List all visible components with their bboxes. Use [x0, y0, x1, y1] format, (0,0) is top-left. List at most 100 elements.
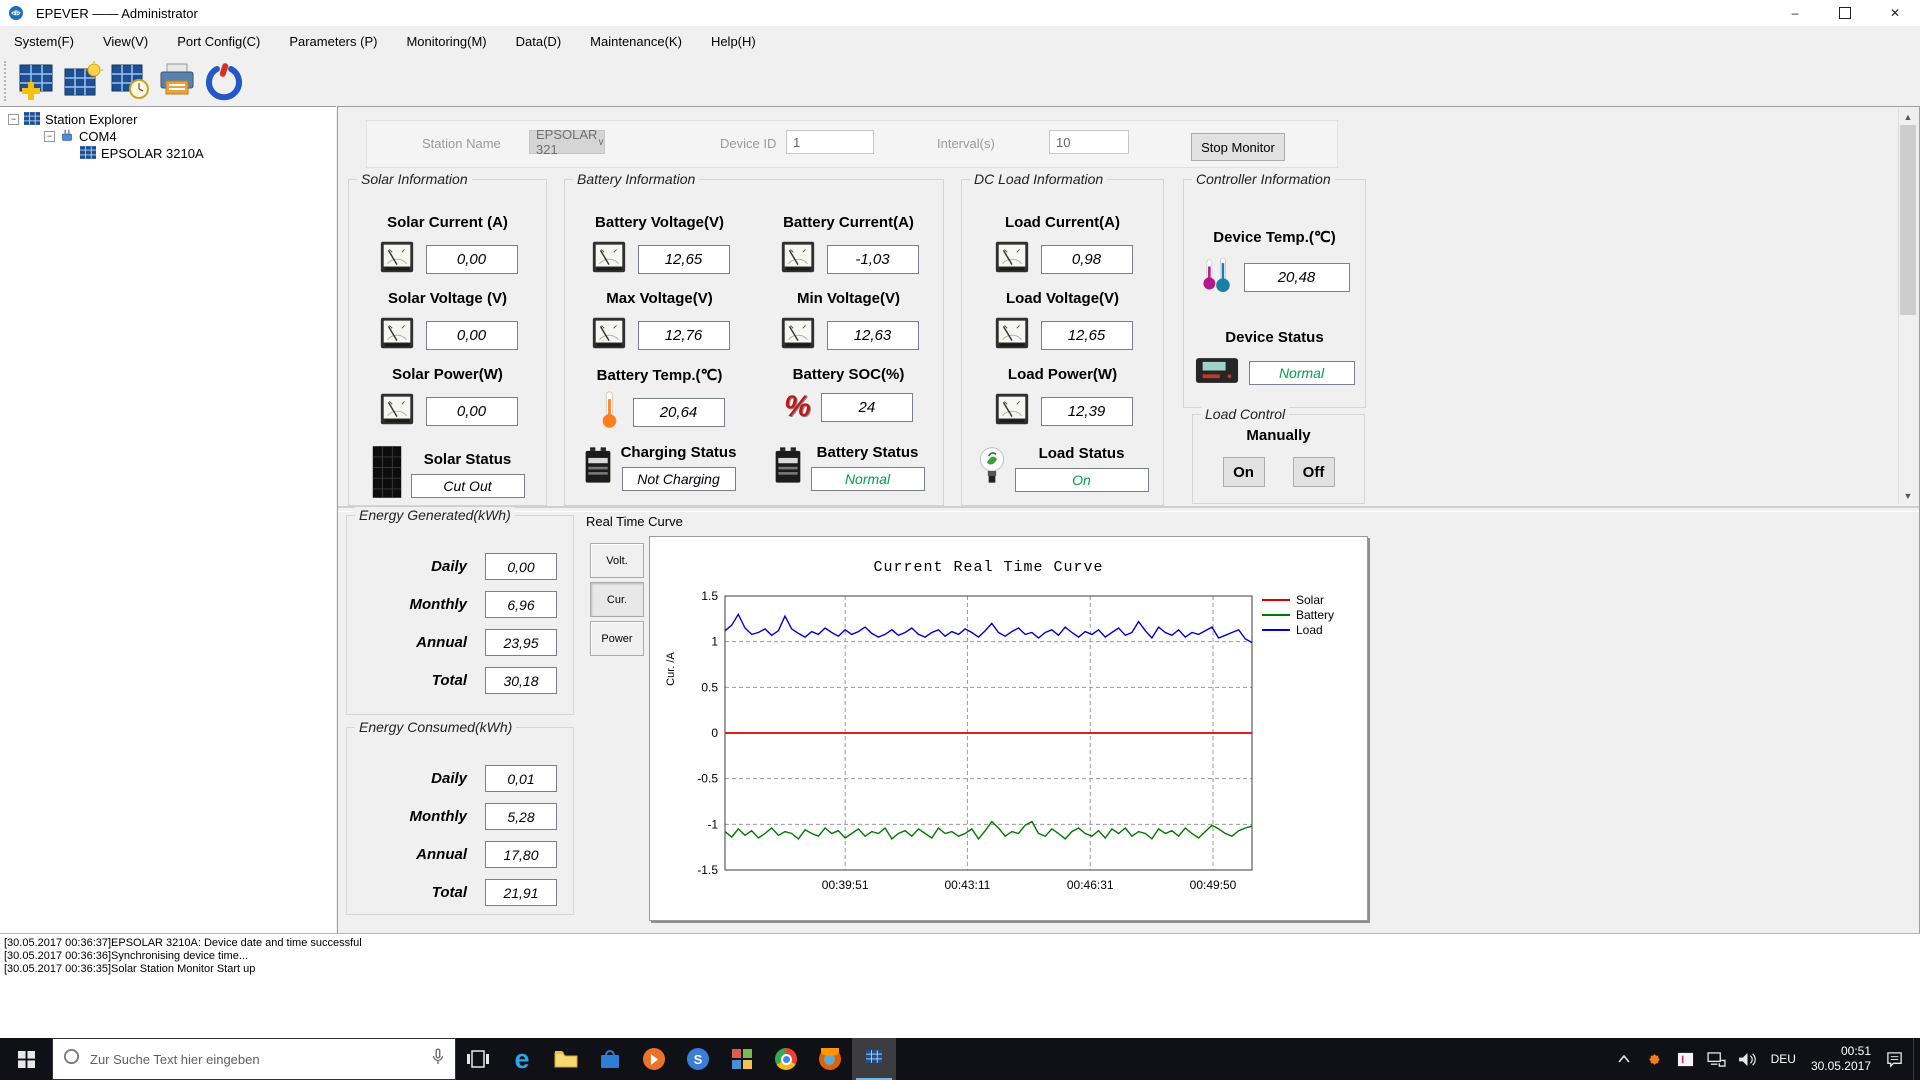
epever-app-taskbar-icon[interactable] [852, 1038, 896, 1080]
apps-grid-icon[interactable] [720, 1038, 764, 1080]
solar-power-value: 0,00 [425, 397, 518, 426]
tab-power[interactable]: Power [590, 621, 644, 656]
tree-item-label: COM4 [79, 129, 117, 144]
avast-tray-icon[interactable] [1643, 1038, 1667, 1080]
status-title: Load Status [1038, 445, 1125, 462]
svg-text:1: 1 [711, 635, 718, 649]
start-button[interactable] [0, 1038, 52, 1080]
toolbar [0, 56, 1920, 106]
scroll-down-icon[interactable]: ▼ [1899, 487, 1917, 504]
menu-data[interactable]: Data(D) [506, 34, 572, 49]
menu-port-config[interactable]: Port Config(C) [167, 34, 270, 49]
legend-swatch-solar [1262, 598, 1290, 601]
tab-volt[interactable]: Volt. [590, 543, 644, 578]
tree-item-label: EPSOLAR 3210A [101, 146, 204, 161]
menu-maintenance[interactable]: Maintenance(K) [580, 34, 692, 49]
power-icon[interactable] [203, 59, 245, 103]
device-id-field[interactable]: 1 [786, 130, 874, 154]
energy-gen-monthly-row: Monthly 6,96 [347, 591, 557, 618]
energy-con-daily-value: 0,01 [485, 765, 557, 792]
svg-text:-0.5: -0.5 [697, 772, 718, 786]
svg-text:EPS: EPS [13, 12, 24, 18]
menu-view[interactable]: View(V) [93, 34, 158, 49]
chevron-down-icon: ∨ [597, 136, 605, 148]
load-voltage-value: 12,65 [1040, 321, 1133, 350]
metric-label: Load Power(W) [1007, 366, 1118, 383]
gauge-icon [779, 238, 817, 281]
epever-logo-icon: EPS [8, 5, 28, 21]
station-clock-icon[interactable] [109, 59, 151, 103]
close-button[interactable]: ✕ [1870, 0, 1920, 26]
menu-monitoring[interactable]: Monitoring(M) [396, 34, 496, 49]
window-title: EPEVER —— Administrator [36, 5, 198, 21]
solar-voltage-value: 0,00 [425, 321, 518, 350]
firefox-icon[interactable] [808, 1038, 852, 1080]
chevron-up-icon[interactable] [1612, 1038, 1636, 1080]
task-view-button[interactable] [456, 1038, 500, 1080]
media-player-icon[interactable] [632, 1038, 676, 1080]
realtime-chart-panel: Current Real Time Curve Cur. /A 1.5 1 0.5 0 -0… [649, 536, 1368, 921]
file-explorer-icon[interactable] [544, 1038, 588, 1080]
tree-item-com4[interactable]: − COM4 [44, 128, 117, 145]
svg-text:-1: -1 [707, 817, 718, 831]
vertical-scrollbar[interactable]: ▲ ▼ [1898, 108, 1917, 504]
station-monitor-icon[interactable] [62, 59, 104, 103]
legend-label: Battery [1296, 607, 1335, 622]
print-icon[interactable] [156, 59, 198, 103]
title-bar: EPS EPEVER —— Administrator – ✕ [0, 0, 1920, 26]
scroll-up-icon[interactable]: ▲ [1899, 108, 1917, 125]
maximize-button[interactable] [1820, 0, 1870, 26]
tree-item-station-explorer[interactable]: − Station Explorer [8, 111, 138, 128]
metric-label: Min Voltage(V) [796, 290, 901, 307]
volume-tray-icon[interactable] [1736, 1038, 1760, 1080]
collapse-icon[interactable]: − [44, 131, 55, 142]
gauge-icon [378, 390, 416, 433]
collapse-icon[interactable]: − [8, 114, 19, 125]
interval-field[interactable]: 10 [1049, 130, 1129, 154]
station-name-select[interactable]: EPSOLAR 321 ∨ [529, 127, 605, 157]
stop-monitor-button[interactable]: Stop Monitor [1191, 133, 1285, 161]
tab-cur[interactable]: Cur. [590, 582, 644, 617]
scrollbar-thumb[interactable] [1900, 125, 1916, 315]
max-voltage-metric: Max Voltage(V) 12,76 [565, 282, 754, 358]
microphone-icon[interactable] [431, 1047, 445, 1071]
taskbar: e S [0, 1038, 1920, 1080]
energy-label: Annual [416, 846, 467, 863]
chrome-icon[interactable] [764, 1038, 808, 1080]
menu-system[interactable]: System(F) [4, 34, 84, 49]
language-indicator[interactable]: DEU [1767, 1052, 1800, 1066]
store-icon[interactable] [588, 1038, 632, 1080]
com-port-icon [60, 128, 74, 145]
load-on-button[interactable]: On [1222, 457, 1265, 487]
energy-gen-daily-value: 0,00 [485, 553, 557, 580]
energy-label: Total [431, 884, 467, 901]
battery-current-value: -1,03 [826, 245, 919, 274]
minimize-button[interactable]: – [1770, 0, 1820, 26]
app-icon-blue[interactable]: S [676, 1038, 720, 1080]
svg-text:Cur. /A: Cur. /A [665, 652, 677, 686]
tree-item-epsolar-3210a[interactable]: EPSOLAR 3210A [80, 145, 204, 162]
menu-help[interactable]: Help(H) [701, 34, 766, 49]
battery-temp-metric: Battery Temp.(℃) 20,64 [565, 358, 754, 434]
energy-label: Monthly [409, 808, 468, 825]
add-station-icon[interactable] [15, 59, 57, 103]
interval-value: 10 [1056, 134, 1071, 150]
taskbar-clock[interactable]: 00:51 30.05.2017 [1807, 1044, 1875, 1074]
svg-text:00:39:51: 00:39:51 [822, 878, 869, 892]
load-off-button[interactable]: Off [1292, 457, 1335, 487]
edge-icon[interactable]: e [500, 1038, 544, 1080]
network-tray-icon[interactable] [1705, 1038, 1729, 1080]
app-window-tray-icon[interactable] [1674, 1038, 1698, 1080]
taskbar-search[interactable] [52, 1038, 456, 1080]
log-line: [30.05.2017 00:36:37]EPSOLAR 3210A: Devi… [4, 937, 362, 949]
show-desktop-button[interactable] [1913, 1038, 1920, 1080]
battery-voltage-value: 12,65 [637, 245, 730, 274]
search-input[interactable] [88, 1050, 431, 1068]
metric-label: Battery SOC(%) [792, 366, 905, 383]
gauge-icon [779, 314, 817, 357]
gauge-icon [378, 314, 416, 357]
energy-label: Daily [431, 770, 467, 787]
menu-parameters[interactable]: Parameters (P) [279, 34, 387, 49]
action-center-icon[interactable] [1882, 1038, 1906, 1080]
group-title: Energy Consumed(kWh) [355, 719, 517, 735]
